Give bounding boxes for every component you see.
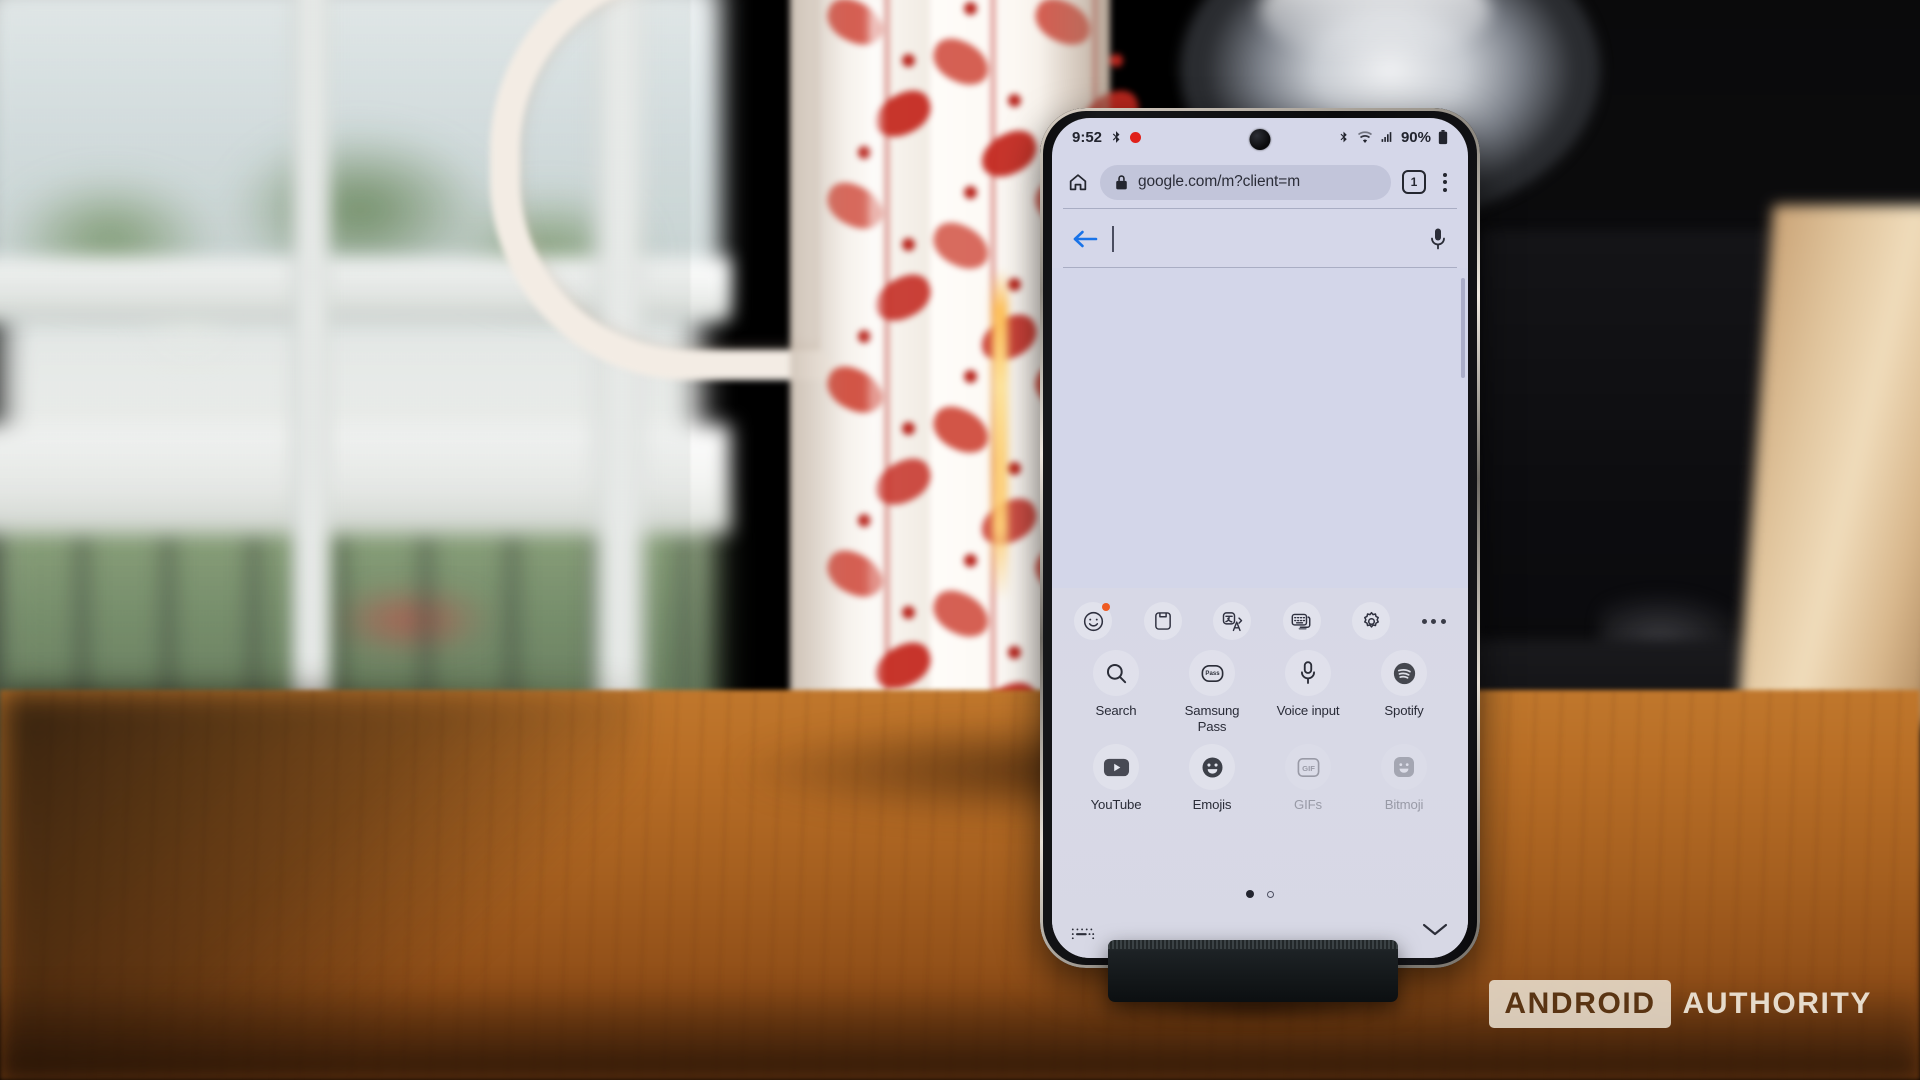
emoji-notification-badge: [1102, 603, 1110, 611]
signal-icon: [1380, 131, 1394, 144]
app-bitmoji[interactable]: Bitmoji: [1361, 744, 1447, 813]
app-label: Bitmoji: [1384, 797, 1424, 813]
app-spotify[interactable]: Spotify: [1361, 650, 1447, 734]
smartphone: 9:52 90% google.com/m?client=m 1 Search …: [1040, 108, 1480, 968]
back-arrow-icon[interactable]: [1072, 228, 1098, 250]
emojis-icon: [1189, 744, 1235, 791]
phone-stand: [1108, 940, 1398, 1002]
status-time: 9:52: [1072, 128, 1103, 146]
more-options-icon[interactable]: [1421, 618, 1446, 624]
keyboard-modes-icon[interactable]: [1282, 602, 1321, 640]
gif-icon: GIF: [1285, 744, 1331, 791]
pitcher-berry: [902, 422, 915, 435]
translate-icon[interactable]: [1213, 602, 1252, 640]
pitcher-berry: [1008, 278, 1021, 291]
page-dot-inactive[interactable]: [1267, 890, 1274, 898]
phone-screen[interactable]: 9:52 90% google.com/m?client=m 1 Search …: [1052, 118, 1468, 958]
kebab-menu-icon[interactable]: [1437, 171, 1453, 194]
browser-url-bar: google.com/m?client=m 1: [1052, 156, 1468, 208]
pitcher-berry: [902, 606, 915, 619]
svg-text:GIF: GIF: [1302, 764, 1315, 773]
pitcher-warm-reflection: [992, 270, 1008, 600]
recording-dot-icon: [1130, 131, 1142, 143]
search-field-row: [1052, 210, 1468, 268]
app-samsung-pass[interactable]: Pass Samsung Pass: [1169, 650, 1255, 734]
url-text: google.com/m?client=m: [1138, 173, 1301, 190]
app-emojis[interactable]: Emojis: [1169, 744, 1255, 813]
bitmoji-icon: [1381, 744, 1427, 791]
pitcher-berry: [964, 554, 977, 567]
emoji-sticker-icon[interactable]: [1074, 602, 1112, 640]
samsung-pass-icon: Pass: [1189, 650, 1235, 696]
photo-scene: 9:52 90% google.com/m?client=m 1 Search …: [0, 0, 1920, 1080]
tab-count-button[interactable]: 1: [1402, 170, 1426, 194]
chevron-down-icon[interactable]: [1420, 918, 1450, 940]
front-camera-punch-hole: [1249, 129, 1271, 150]
bluetooth-icon: [1337, 130, 1350, 144]
battery-icon: [1438, 129, 1448, 145]
pitcher-berry: [964, 370, 977, 383]
pitcher-berry: [902, 54, 915, 67]
url-input[interactable]: google.com/m?client=m: [1100, 164, 1391, 200]
app-voice-input[interactable]: Voice input: [1265, 650, 1351, 734]
page-content-area: [1052, 268, 1468, 588]
pitcher-berry: [1008, 646, 1021, 659]
app-label: Search: [1095, 703, 1137, 718]
app-label: Spotify: [1384, 703, 1424, 718]
page-indicator-dots: [1246, 890, 1274, 898]
pitcher-berry: [964, 2, 977, 15]
search-icon: [1093, 650, 1139, 696]
lock-icon: [1115, 174, 1128, 190]
pitcher-berry: [964, 186, 977, 199]
app-youtube[interactable]: YouTube: [1073, 744, 1159, 813]
page-dot-active[interactable]: [1246, 890, 1254, 898]
spotify-icon: [1381, 650, 1427, 696]
keyboard-icon[interactable]: [1070, 926, 1096, 944]
keyboard-toolbar: [1052, 596, 1468, 646]
app-label: Samsung Pass: [1184, 703, 1240, 734]
youtube-icon: [1093, 744, 1139, 791]
pitcher-berry: [1008, 94, 1021, 107]
status-bar-left: 9:52: [1072, 128, 1142, 146]
pitcher-leaf: [974, 308, 1044, 368]
keyboard-extension-panel: Search Pass Samsung Pass Voice input Spo…: [1052, 588, 1468, 958]
pitcher-leaf: [974, 124, 1044, 184]
app-label: Voice input: [1276, 703, 1340, 718]
app-label: Emojis: [1192, 797, 1232, 813]
watermark-brand-plain: AUTHORITY: [1682, 987, 1872, 1020]
pitcher-berry: [1110, 54, 1123, 67]
phone-stand-textured-top: [1108, 940, 1398, 949]
svg-text:Pass: Pass: [1205, 671, 1220, 677]
page-scrollbar[interactable]: [1461, 278, 1465, 378]
watermark-brand-boxed: ANDROID: [1489, 980, 1671, 1028]
pitcher-berry: [902, 238, 915, 251]
keyboard-app-grid: Search Pass Samsung Pass Voice input Spo…: [1052, 650, 1468, 823]
app-search[interactable]: Search: [1073, 650, 1159, 734]
clipboard-icon[interactable]: [1143, 602, 1182, 640]
voice-input-icon: [1285, 650, 1331, 696]
status-bar-right: 90%: [1337, 129, 1448, 146]
app-label: YouTube: [1090, 797, 1142, 813]
pitcher-leaf: [974, 492, 1044, 552]
url-bar-divider: [1063, 208, 1457, 209]
wifi-icon: [1357, 130, 1373, 144]
settings-gear-icon[interactable]: [1352, 602, 1391, 640]
bluetooth-share-icon: [1109, 130, 1123, 144]
app-row-2: YouTube Emojis GIF GIFs Bitmoji: [1068, 744, 1452, 813]
app-gifs[interactable]: GIF GIFs: [1265, 744, 1351, 813]
pitcher-berry: [1008, 462, 1021, 475]
watermark: ANDROID AUTHORITY: [1489, 980, 1872, 1028]
app-row-1: Search Pass Samsung Pass Voice input Spo…: [1068, 650, 1452, 734]
home-icon[interactable]: [1067, 171, 1089, 193]
app-label: GIFs: [1294, 797, 1322, 813]
microphone-icon[interactable]: [1428, 227, 1448, 251]
tab-count-label: 1: [1410, 175, 1418, 189]
battery-percent-label: 90%: [1400, 128, 1431, 146]
text-cursor: [1112, 226, 1114, 252]
